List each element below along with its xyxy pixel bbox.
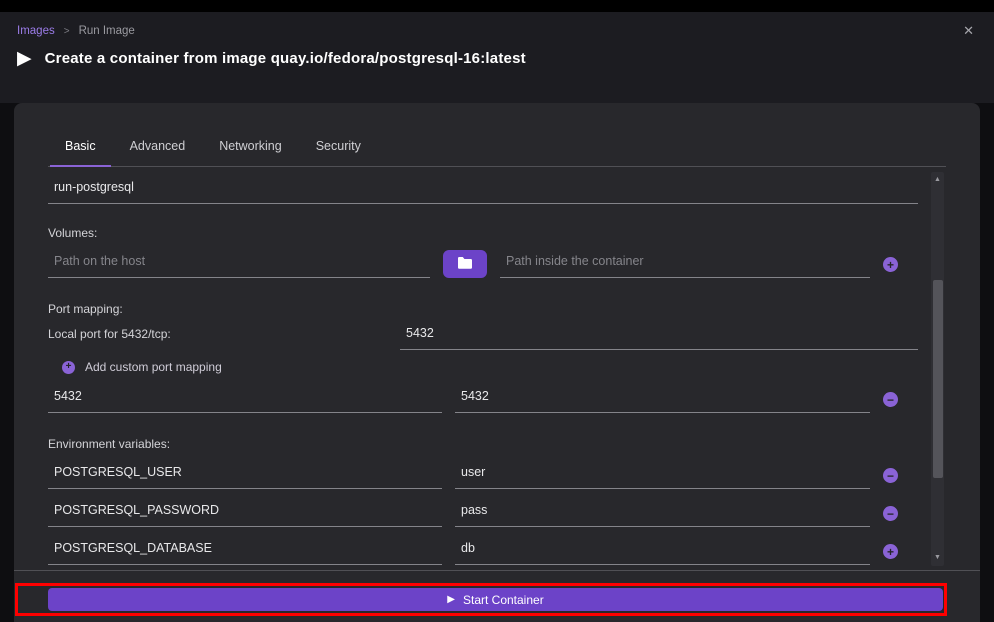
- tab-security[interactable]: Security: [299, 139, 378, 166]
- scrollbar-thumb[interactable]: [933, 280, 943, 478]
- env-row: +: [48, 535, 918, 565]
- container-port-input[interactable]: [455, 387, 870, 413]
- remove-port-icon[interactable]: −: [883, 392, 898, 407]
- tab-bar: Basic Advanced Networking Security: [48, 103, 946, 167]
- container-path-input[interactable]: [500, 252, 870, 278]
- env-name-input[interactable]: [48, 501, 442, 527]
- local-port-row: Local port for 5432/tcp:: [48, 320, 918, 350]
- app-window: Images > Run Image ✕ ▶ Create a containe…: [0, 0, 994, 622]
- add-custom-port-label: Add custom port mapping: [85, 360, 222, 374]
- volume-row: +: [48, 248, 918, 278]
- env-name-input[interactable]: [48, 463, 442, 489]
- env-row: −: [48, 459, 918, 489]
- play-icon: ▶: [17, 49, 32, 68]
- tab-basic[interactable]: Basic: [48, 139, 113, 166]
- add-env-icon[interactable]: +: [883, 544, 898, 559]
- env-variables-label: Environment variables:: [48, 437, 918, 451]
- env-value-input[interactable]: [455, 463, 870, 489]
- host-path-input[interactable]: [48, 252, 430, 278]
- window-titlebar: [0, 0, 994, 12]
- browse-folder-button[interactable]: [443, 250, 487, 278]
- remove-env-icon[interactable]: −: [883, 468, 898, 483]
- scrollbar[interactable]: ▲ ▼: [931, 172, 944, 566]
- start-container-button[interactable]: ▶ Start Container: [48, 588, 943, 611]
- env-value-input[interactable]: [455, 539, 870, 565]
- add-volume-icon[interactable]: +: [883, 257, 898, 272]
- add-custom-port-button[interactable]: + Add custom port mapping: [62, 359, 918, 375]
- env-name-input[interactable]: [48, 539, 442, 565]
- breadcrumb-images-link[interactable]: Images: [17, 25, 55, 37]
- breadcrumb: Images > Run Image ✕: [17, 21, 978, 41]
- form-content: Volumes: + Port mapping: Local po: [48, 168, 918, 565]
- env-row: −: [48, 497, 918, 527]
- folder-icon: [457, 256, 473, 272]
- footer-divider: [14, 570, 980, 571]
- form-scroll-area: Volumes: + Port mapping: Local po: [48, 168, 944, 570]
- volumes-label: Volumes:: [48, 226, 918, 240]
- breadcrumb-current: Run Image: [79, 25, 135, 37]
- page-title: Create a container from image quay.io/fe…: [45, 50, 526, 67]
- title-row: ▶ Create a container from image quay.io/…: [17, 49, 978, 68]
- env-value-input[interactable]: [455, 501, 870, 527]
- scroll-down-icon[interactable]: ▼: [931, 552, 944, 564]
- play-icon: ▶: [447, 595, 455, 605]
- container-name-input[interactable]: [48, 178, 918, 204]
- run-image-panel: Basic Advanced Networking Security Volum…: [14, 103, 980, 622]
- close-icon[interactable]: ✕: [959, 21, 978, 41]
- host-port-input[interactable]: [48, 387, 442, 413]
- local-port-input[interactable]: [400, 324, 918, 350]
- tab-networking[interactable]: Networking: [202, 139, 299, 166]
- scroll-up-icon[interactable]: ▲: [931, 174, 944, 186]
- page-header: Images > Run Image ✕ ▶ Create a containe…: [0, 12, 994, 103]
- add-icon: +: [62, 361, 75, 374]
- local-port-label: Local port for 5432/tcp:: [48, 327, 400, 350]
- tab-advanced[interactable]: Advanced: [113, 139, 203, 166]
- custom-port-row: −: [48, 383, 918, 413]
- port-mapping-label: Port mapping:: [48, 302, 918, 316]
- breadcrumb-separator: >: [64, 26, 70, 37]
- remove-env-icon[interactable]: −: [883, 506, 898, 521]
- start-container-label: Start Container: [463, 593, 544, 607]
